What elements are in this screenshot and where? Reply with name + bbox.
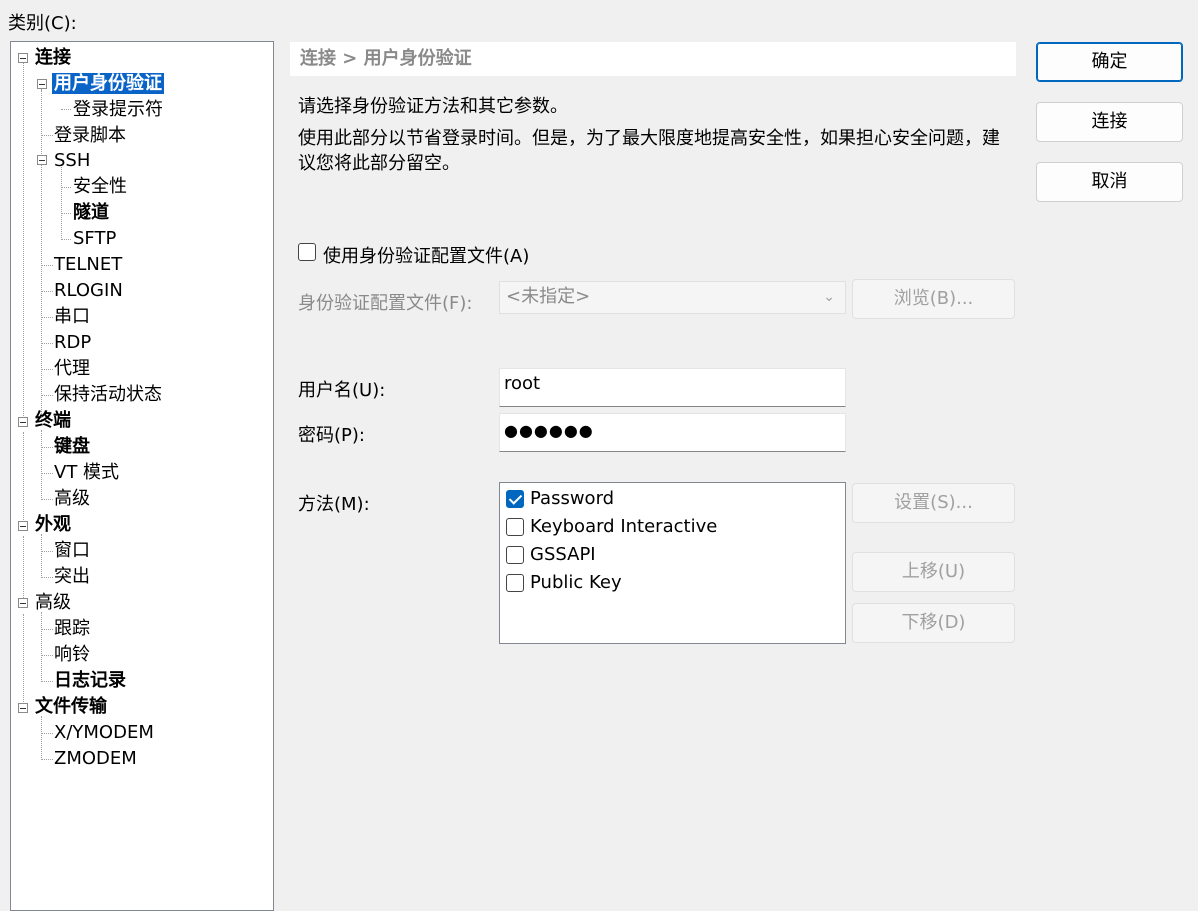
username-label: 用户名(U): xyxy=(298,380,386,401)
tree-item-user-auth[interactable]: 用户身份验证 xyxy=(52,72,164,96)
tree-item-vt-mode[interactable]: VT 模式 xyxy=(54,461,119,485)
method-publickey-checkbox[interactable] xyxy=(506,574,524,592)
collapse-icon[interactable] xyxy=(18,598,28,608)
move-down-button[interactable]: 下移(D) xyxy=(852,603,1015,643)
tree-item-advanced[interactable]: 高级 xyxy=(35,591,71,615)
tree-item-rlogin[interactable]: RLOGIN xyxy=(54,279,123,303)
move-up-button[interactable]: 上移(U) xyxy=(852,552,1015,592)
tree-item-sftp[interactable]: SFTP xyxy=(73,227,116,251)
description-line2a: 使用此部分以节省登录时间。但是，为了最大限度地提高安全性，如果担心安全问题，建 xyxy=(298,128,1000,149)
collapse-icon[interactable] xyxy=(37,79,47,89)
connect-button[interactable]: 连接 xyxy=(1036,102,1183,142)
password-label: 密码(P): xyxy=(298,425,365,446)
profile-select-value: <未指定> xyxy=(506,286,591,307)
use-profile-checkbox[interactable] xyxy=(298,243,316,261)
tree-item-rdp[interactable]: RDP xyxy=(54,331,91,355)
username-input[interactable]: root xyxy=(499,368,846,407)
tree-item-tunnel[interactable]: 隧道 xyxy=(73,201,109,225)
method-password-checkbox[interactable] xyxy=(506,490,524,508)
tree-item-telnet[interactable]: TELNET xyxy=(54,253,122,277)
method-item-gssapi[interactable]: GSSAPI xyxy=(530,542,596,568)
method-item-password[interactable]: Password xyxy=(530,486,614,512)
settings-button[interactable]: 设置(S)... xyxy=(852,483,1015,523)
category-tree[interactable]: 连接 用户身份验证 登录提示符 登录脚本 SSH 安全性 隧道 SFTP TEL… xyxy=(10,41,274,911)
collapse-icon[interactable] xyxy=(18,521,28,531)
tree-item-highlight[interactable]: 突出 xyxy=(54,565,90,589)
tree-item-logging[interactable]: 日志记录 xyxy=(54,669,126,693)
category-label: 类别(C): xyxy=(8,13,77,34)
collapse-icon[interactable] xyxy=(37,155,47,165)
tree-item-zmodem[interactable]: ZMODEM xyxy=(54,747,137,771)
tree-item-proxy[interactable]: 代理 xyxy=(54,357,90,381)
password-input[interactable]: ●●●●●● xyxy=(499,413,846,452)
cancel-button[interactable]: 取消 xyxy=(1036,162,1183,202)
method-item-keyboard-interactive[interactable]: Keyboard Interactive xyxy=(530,514,717,540)
tree-item-security[interactable]: 安全性 xyxy=(73,175,127,199)
tree-item-file-transfer[interactable]: 文件传输 xyxy=(35,695,107,719)
tree-item-ssh[interactable]: SSH xyxy=(54,149,90,173)
tree-item-keyboard[interactable]: 键盘 xyxy=(54,435,90,459)
use-profile-label[interactable]: 使用身份验证配置文件(A) xyxy=(323,242,529,268)
method-gssapi-checkbox[interactable] xyxy=(506,546,524,564)
tree-item-trace[interactable]: 跟踪 xyxy=(54,617,90,641)
collapse-icon[interactable] xyxy=(18,703,28,713)
tree-item-connection[interactable]: 连接 xyxy=(35,46,71,70)
method-list[interactable]: Password Keyboard Interactive GSSAPI Pub… xyxy=(499,482,846,644)
ok-button[interactable]: 确定 xyxy=(1036,42,1183,82)
tree-item-keepalive[interactable]: 保持活动状态 xyxy=(54,383,162,407)
tree-item-terminal[interactable]: 终端 xyxy=(35,409,71,433)
tree-item-window[interactable]: 窗口 xyxy=(54,539,90,563)
tree-item-appearance[interactable]: 外观 xyxy=(35,513,71,537)
tree-item-login-script[interactable]: 登录脚本 xyxy=(54,124,126,148)
tree-item-bell[interactable]: 响铃 xyxy=(54,643,90,667)
breadcrumb: 连接 > 用户身份验证 xyxy=(290,42,1016,76)
tree-item-xymodem[interactable]: X/YMODEM xyxy=(54,721,154,745)
description-line1: 请选择身份验证方法和其它参数。 xyxy=(298,96,568,117)
description-line2b: 议您将此部分留空。 xyxy=(298,153,460,174)
profile-select[interactable]: <未指定> ⌄ xyxy=(499,281,846,314)
method-keyboard-checkbox[interactable] xyxy=(506,518,524,536)
method-item-public-key[interactable]: Public Key xyxy=(530,570,622,596)
chevron-down-icon: ⌄ xyxy=(823,289,835,305)
collapse-icon[interactable] xyxy=(18,417,28,427)
collapse-icon[interactable] xyxy=(18,53,28,63)
browse-button[interactable]: 浏览(B)... xyxy=(852,279,1015,319)
tree-item-terminal-advanced[interactable]: 高级 xyxy=(54,487,90,511)
tree-item-serial[interactable]: 串口 xyxy=(54,305,90,329)
profile-label: 身份验证配置文件(F): xyxy=(298,293,473,314)
tree-item-login-prompt[interactable]: 登录提示符 xyxy=(73,98,163,122)
method-label: 方法(M): xyxy=(298,494,370,515)
